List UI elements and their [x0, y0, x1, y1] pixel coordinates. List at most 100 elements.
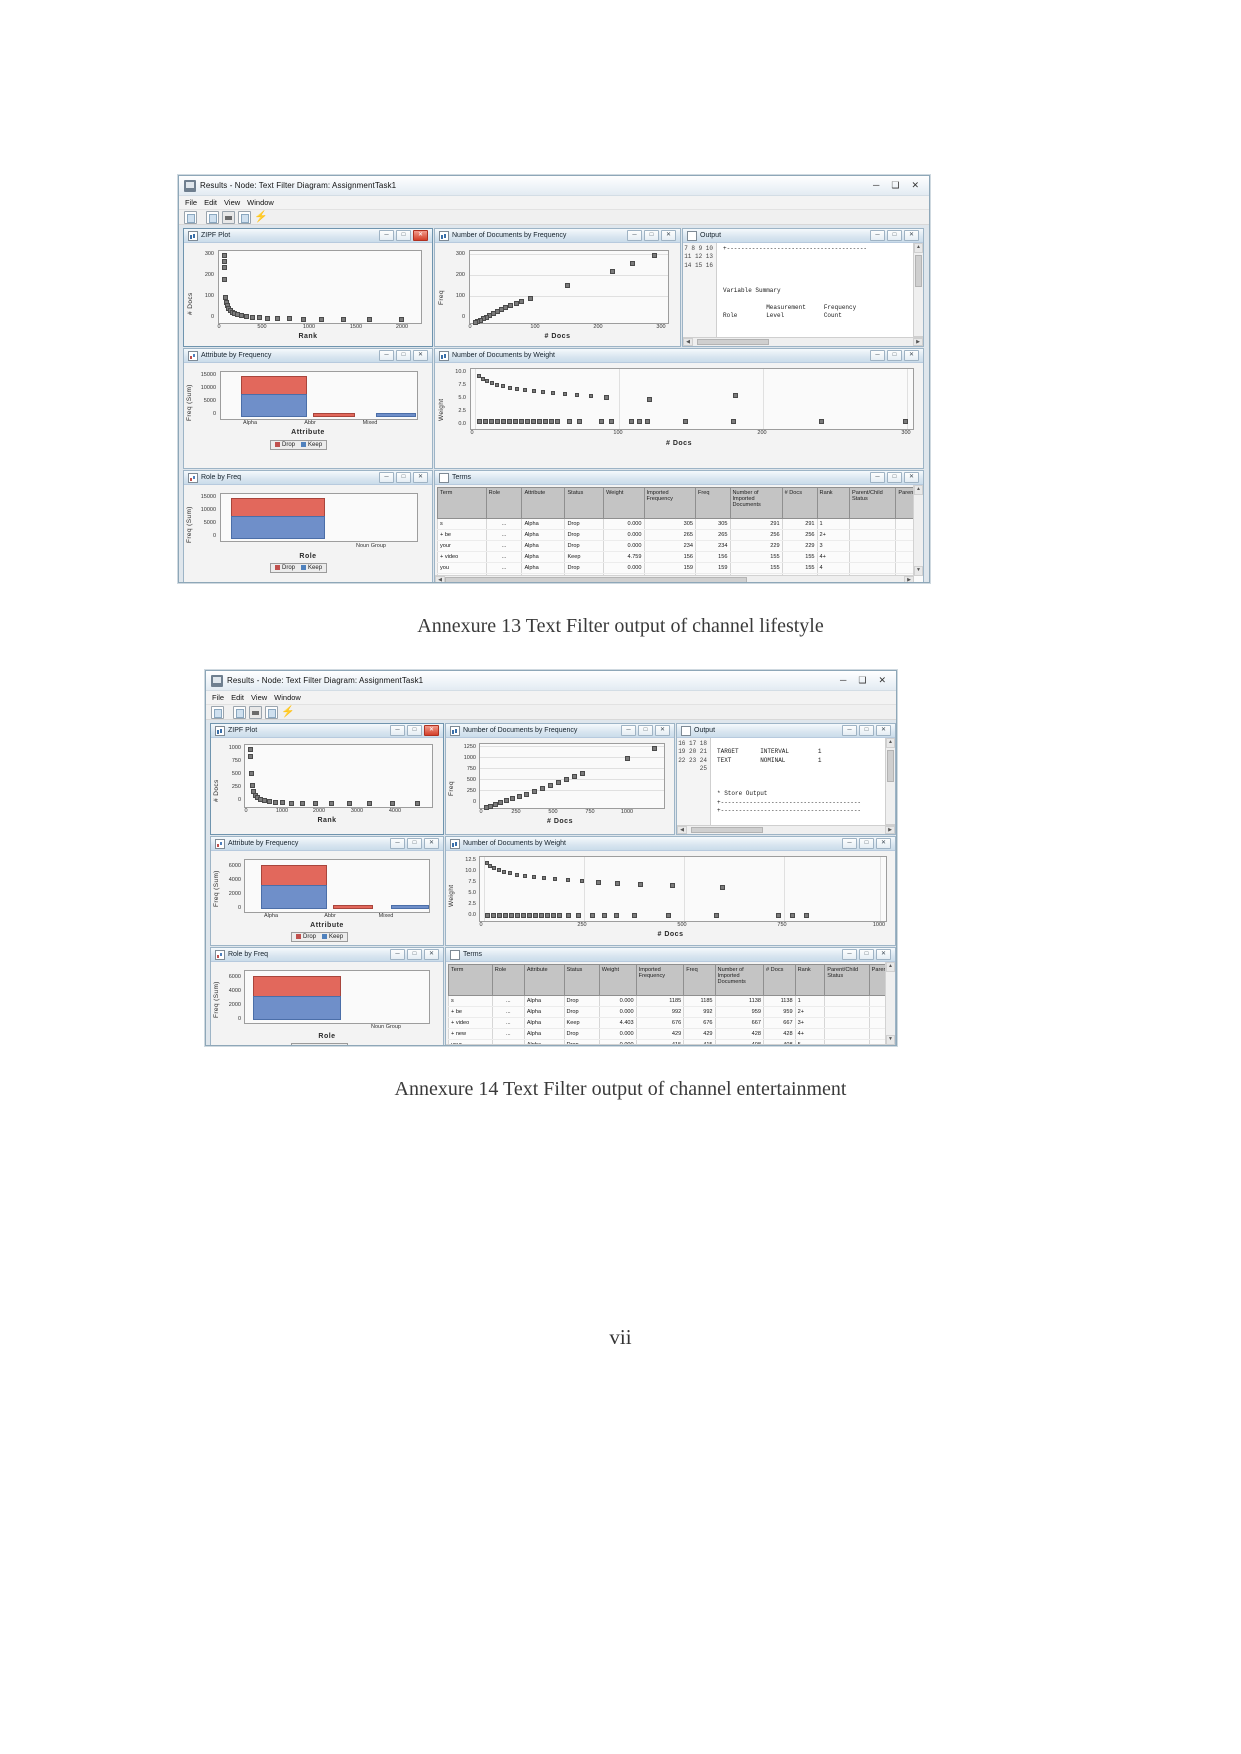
scroll-down-icon[interactable]: ▼	[914, 566, 923, 576]
scroll-left-icon[interactable]: ◀	[677, 826, 687, 834]
cell-status[interactable]: Keep	[563, 1017, 600, 1029]
cell-status[interactable]: Keep	[564, 551, 604, 563]
cell-role[interactable]: ...	[491, 995, 525, 1007]
cell-term[interactable]: + be	[437, 529, 487, 541]
cell-rank[interactable]: 1	[794, 995, 825, 1007]
table-row[interactable]: + be... Alpha Drop 0.000 992 992 959 959 2+	[448, 1006, 895, 1018]
column-header[interactable]: Rank	[794, 964, 826, 996]
cell-rank[interactable]: 2+	[816, 529, 850, 541]
terms-vertical-scrollbar[interactable]: ▲ ▼	[913, 485, 923, 576]
panel-close-button[interactable]: ✕	[424, 838, 439, 849]
properties-icon[interactable]	[265, 705, 278, 719]
cell-weight[interactable]: 0.000	[598, 1028, 637, 1040]
cell-term[interactable]: s	[437, 518, 487, 530]
panel-zipf-plot[interactable]: ZIPF Plot ─ □ ✕ # Docs 1000 750 500 250 …	[210, 723, 444, 835]
cell-docs[interactable]: 291	[781, 518, 818, 530]
panel-close-button[interactable]: ✕	[655, 725, 670, 736]
panel-minimize-button[interactable]: ─	[870, 230, 885, 241]
panel-controls[interactable]: ─ □ ✕	[842, 949, 893, 960]
column-header[interactable]: Imported Frequency	[643, 487, 696, 519]
cell-role[interactable]: ...	[491, 1039, 525, 1045]
panel-attribute-by-frequency[interactable]: Attribute by Frequency ─ □ ✕ Freq (Sum) …	[210, 836, 444, 946]
cell-num_imported_docs[interactable]: 428	[714, 1028, 764, 1040]
cell-role[interactable]: ...	[485, 518, 522, 530]
cell-docs[interactable]: 155	[781, 562, 818, 574]
panel-controls[interactable]: ─ □ ✕	[379, 350, 430, 361]
panel-maximize-button[interactable]: □	[407, 838, 422, 849]
panel-controls[interactable]: ─ □ ✕	[870, 472, 921, 483]
cell-rank[interactable]: 1	[816, 518, 850, 530]
panel-controls[interactable]: ─ □ ✕	[842, 725, 893, 736]
scroll-down-icon[interactable]: ▼	[886, 1035, 895, 1045]
scroll-thumb[interactable]	[697, 339, 769, 345]
cell-weight[interactable]: 4.403	[598, 1017, 637, 1029]
cell-attribute[interactable]: Alpha	[521, 540, 565, 552]
panel-terms[interactable]: Terms ─ □ ✕ Term Role Attribute Status Weigh…	[445, 947, 896, 1046]
menu-edit[interactable]: Edit	[204, 198, 217, 207]
cell-attribute[interactable]: Alpha	[523, 1039, 564, 1045]
menu-file[interactable]: File	[212, 693, 224, 702]
panel-terms[interactable]: Terms ─ □ ✕ Term Role Attribute Status Weigh…	[434, 470, 924, 582]
output-horizontal-scrollbar[interactable]: ◀ ▶	[683, 337, 923, 346]
panel-controls[interactable]: ─ □ ✕	[870, 350, 921, 361]
cell-weight[interactable]: 0.000	[598, 995, 637, 1007]
cell-num_imported_docs[interactable]: 408	[714, 1039, 764, 1045]
panel-controls[interactable]: ─ □ ✕	[379, 230, 430, 241]
cell-weight[interactable]: 0.000	[603, 540, 645, 552]
panel-role-by-freq[interactable]: Role by Freq ─ □ ✕ Freq (Sum) 15000 1000…	[183, 470, 433, 582]
panel-close-button[interactable]: ✕	[876, 838, 891, 849]
menu-edit[interactable]: Edit	[231, 693, 244, 702]
panel-num-docs-by-weight[interactable]: Number of Documents by Weight ─ □ ✕ Weig…	[445, 836, 896, 946]
column-header[interactable]: Role	[491, 964, 525, 996]
list-icon[interactable]	[211, 705, 224, 719]
terms-data-grid[interactable]: Term Role Attribute Status Weight Imported Fr…	[446, 962, 895, 1045]
panel-maximize-button[interactable]: □	[887, 472, 902, 483]
panel-num-docs-by-frequency[interactable]: Number of Documents by Frequency ─ □ ✕ F…	[434, 228, 681, 347]
scroll-right-icon[interactable]: ▶	[904, 576, 914, 582]
panel-output[interactable]: Output ─ □ ✕ 7 8 9 10 11 12 13 14 15 16 …	[682, 228, 924, 347]
cell-imported_freq[interactable]: 1185	[635, 995, 684, 1007]
panel-minimize-button[interactable]: ─	[379, 350, 394, 361]
column-header[interactable]: # Docs	[781, 487, 818, 519]
cell-weight[interactable]: 0.000	[598, 1006, 637, 1018]
panel-minimize-button[interactable]: ─	[870, 350, 885, 361]
maximize-icon[interactable]: ❑	[858, 676, 866, 685]
panel-close-button[interactable]: ✕	[413, 230, 428, 241]
column-header[interactable]: Parent/Child Status	[824, 964, 870, 996]
cell-freq[interactable]: 265	[694, 529, 730, 541]
cell-num_imported_docs[interactable]: 155	[729, 562, 783, 574]
cell-imported_freq[interactable]: 992	[635, 1006, 684, 1018]
cell-role[interactable]: ...	[485, 529, 522, 541]
cell-status[interactable]: Drop	[563, 995, 600, 1007]
scroll-right-icon[interactable]: ▶	[876, 1045, 886, 1046]
table-row[interactable]: your...AlphaDrop0.0004154154084085	[448, 1039, 895, 1045]
column-header[interactable]: Imported Frequency	[635, 964, 685, 996]
terms-table[interactable]: Term Role Attribute Status Weight Imported Fr…	[448, 964, 895, 1045]
cell-docs[interactable]: 1138	[763, 995, 796, 1007]
cell-term[interactable]: you	[437, 562, 487, 574]
cell-num_imported_docs[interactable]: 959	[714, 1006, 764, 1018]
panel-minimize-button[interactable]: ─	[842, 725, 857, 736]
print-icon[interactable]	[249, 705, 262, 719]
scroll-thumb[interactable]	[445, 577, 747, 582]
cell-attribute[interactable]: Alpha	[523, 1017, 564, 1029]
panel-attribute-by-frequency[interactable]: Attribute by Frequency ─ □ ✕ Freq (Sum) …	[183, 348, 433, 469]
cell-term[interactable]: s	[448, 995, 493, 1007]
table-row[interactable]: + new... Alpha Drop 0.000 429 429 428 428 4+	[448, 1028, 895, 1040]
panel-controls[interactable]: ─ □ ✕	[870, 230, 921, 241]
cell-weight[interactable]: 0.000	[603, 562, 645, 574]
column-header[interactable]: Weight	[603, 487, 645, 519]
panel-close-button[interactable]: ✕	[904, 350, 919, 361]
panel-close-button[interactable]: ✕	[876, 725, 891, 736]
scroll-right-icon[interactable]: ▶	[885, 826, 895, 834]
cell-rank[interactable]: 4	[816, 562, 850, 574]
table-row[interactable]: + video... Alpha Keep 4.403 676 676 667 667 3+	[448, 1017, 895, 1029]
cell-freq[interactable]: 429	[683, 1028, 716, 1040]
cell-attribute[interactable]: Alpha	[523, 1028, 564, 1040]
cell-parent_child[interactable]	[824, 1028, 870, 1040]
output-horizontal-scrollbar[interactable]: ◀ ▶	[677, 825, 895, 834]
cell-num_imported_docs[interactable]: 155	[729, 551, 783, 563]
menu-bar[interactable]: File Edit View Window	[179, 196, 929, 210]
panel-maximize-button[interactable]: □	[396, 230, 411, 241]
column-header[interactable]: Role	[485, 487, 523, 519]
